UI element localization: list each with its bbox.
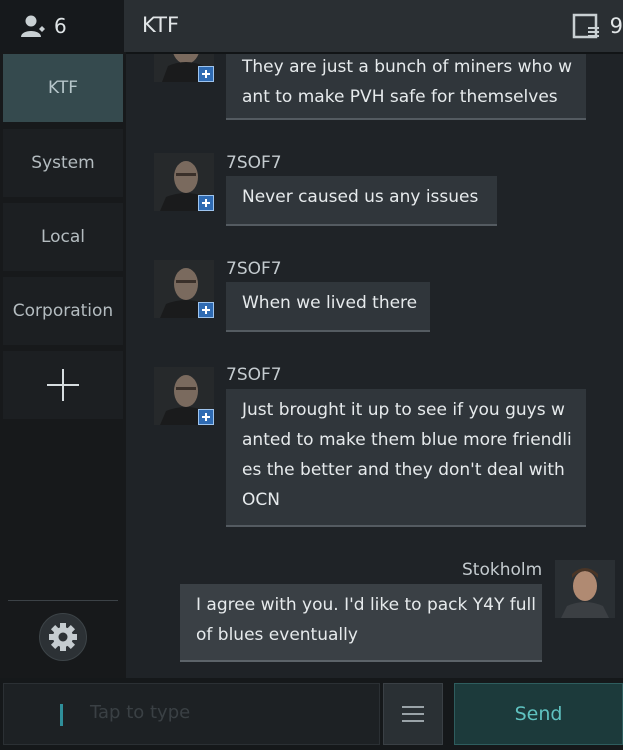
quick-options-button[interactable] [383,683,443,745]
list-icon [402,706,424,722]
send-button-label: Send [514,703,563,725]
sidebar-item-ktf[interactable]: KTF [3,54,123,122]
member-count-value: 6 [54,14,67,38]
message-line: Never caused us any issues [242,187,479,207]
message-bubble[interactable]: Just brought it up to see if you guys w … [226,389,586,527]
add-channel-button[interactable] [3,351,123,419]
sender-name[interactable]: Stokholm [462,560,542,580]
message-line: es the better and they don't deal with [242,460,565,480]
send-button[interactable]: Send [454,683,623,745]
avatar[interactable] [154,367,214,425]
sidebar-item-corporation[interactable]: Corporation [3,277,123,345]
member-count-button[interactable]: 6 [0,0,124,52]
message-count-button[interactable]: 9 [572,0,623,52]
top-bar: 6 KTF 9 [0,0,623,52]
message-line: anted to make them blue more friendli [242,430,572,450]
corp-badge-icon [198,195,214,211]
settings-button[interactable] [39,613,87,661]
message-line: ant to make PVH safe for themselves [242,87,558,107]
corp-badge-icon [198,66,214,82]
avatar[interactable] [555,560,615,618]
channel-sidebar: KTF System Local Corporation [0,52,126,678]
sender-name[interactable]: 7SOF7 [226,365,282,385]
sender-name[interactable]: 7SOF7 [226,259,282,279]
plus-icon [47,369,79,401]
message-line: They are just a bunch of miners who w [242,57,573,77]
avatar[interactable] [154,153,214,211]
sidebar-item-system[interactable]: System [3,129,123,197]
message-line: When we lived there [242,293,418,313]
person-icon [21,15,45,37]
avatar[interactable] [154,260,214,318]
text-caret [60,704,63,726]
sidebar-item-label: Corporation [12,301,114,321]
message-bubble[interactable]: Never caused us any issues [226,176,497,226]
chat-window-icon [572,13,599,39]
channel-title: KTF [142,13,180,37]
sidebar-item-local[interactable]: Local [3,203,123,271]
avatar[interactable] [154,54,214,82]
corp-badge-icon [198,302,214,318]
message-bubble[interactable]: When we lived there [226,282,430,332]
sidebar-divider [8,600,118,601]
message-count-value: 9 [609,14,623,38]
gear-icon [49,623,77,651]
chat-message-area[interactable]: They are just a bunch of miners who w an… [126,54,623,678]
message-bubble[interactable]: They are just a bunch of miners who w an… [226,54,586,120]
message-line: of blues eventually [196,625,358,645]
sender-name[interactable]: 7SOF7 [226,153,282,173]
sidebar-item-label: System [31,153,95,173]
message-line: I agree with you. I'd like to pack Y4Y f… [196,595,536,615]
message-input[interactable]: Tap to type [3,683,380,745]
message-line: Just brought it up to see if you guys w [242,400,565,420]
sidebar-item-label: KTF [48,78,78,98]
sidebar-item-label: Local [40,227,86,247]
corp-badge-icon [198,409,214,425]
composer-bar: Tap to type Send [0,678,623,750]
message-line: OCN [242,490,280,510]
input-placeholder: Tap to type [90,702,191,723]
message-bubble[interactable]: I agree with you. I'd like to pack Y4Y f… [180,584,542,662]
